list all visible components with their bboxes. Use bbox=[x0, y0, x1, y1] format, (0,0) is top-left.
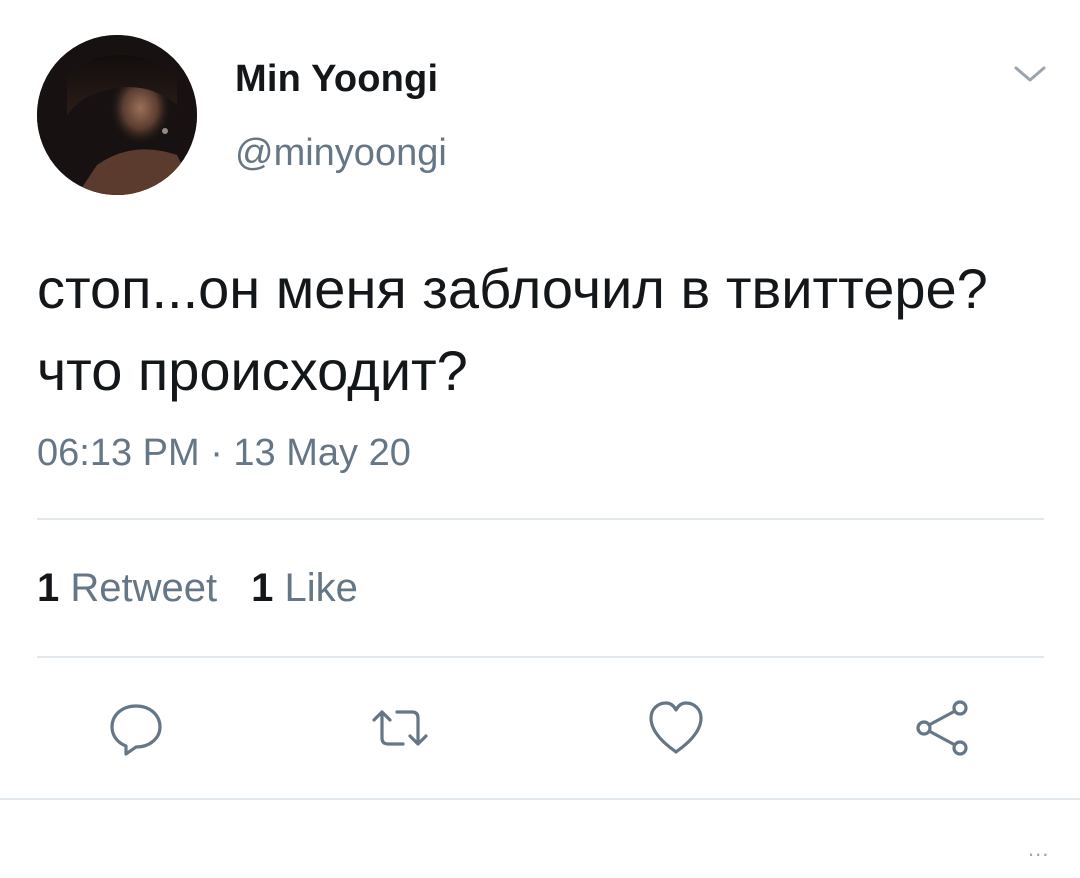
reply-icon bbox=[110, 704, 162, 756]
user-handle[interactable]: @minyoongi bbox=[235, 132, 447, 175]
reply-button[interactable] bbox=[106, 698, 166, 758]
retweet-icon bbox=[372, 710, 428, 746]
heart-icon bbox=[649, 701, 703, 754]
avatar-photo bbox=[37, 35, 197, 195]
chevron-down-icon[interactable] bbox=[1012, 62, 1048, 86]
tweet-text: стоп...он меня заблочил в твиттере? что … bbox=[37, 257, 988, 402]
share-button[interactable] bbox=[912, 698, 972, 758]
retweet-button[interactable] bbox=[370, 698, 430, 758]
likes-label[interactable]: Like bbox=[285, 566, 358, 610]
divider bbox=[0, 798, 1080, 800]
display-name[interactable]: Min Yoongi bbox=[235, 58, 438, 101]
tweet-stats: 1 Retweet 1 Like bbox=[37, 566, 358, 611]
share-icon bbox=[916, 700, 968, 756]
avatar[interactable] bbox=[37, 35, 197, 195]
divider bbox=[37, 656, 1044, 658]
retweets-count[interactable]: 1 bbox=[37, 566, 59, 610]
more-options-icon[interactable]: ... bbox=[1028, 836, 1049, 862]
divider bbox=[37, 518, 1044, 520]
retweets-label[interactable]: Retweet bbox=[70, 566, 217, 610]
tweet-timestamp[interactable]: 06:13 PM · 13 May 20 bbox=[37, 432, 411, 475]
likes-count[interactable]: 1 bbox=[251, 566, 273, 610]
like-button[interactable] bbox=[646, 698, 706, 758]
